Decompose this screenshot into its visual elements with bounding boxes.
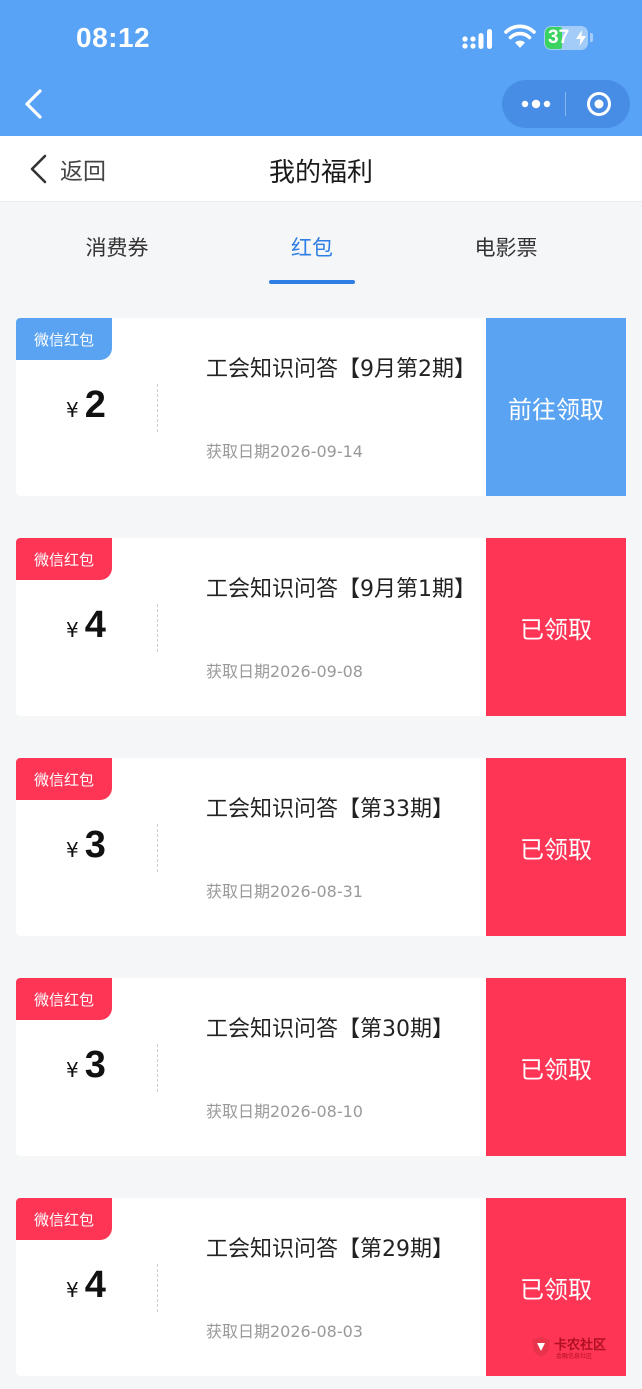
card-divider: [157, 824, 158, 872]
tab-bar: 消费券 红包 电影票: [0, 202, 642, 288]
coupon-list: 微信红包 ¥ 2 工会知识问答【9月第2期】 获取日期2026-09-14 前往…: [16, 318, 626, 1389]
coupon-tag: 微信红包: [16, 538, 112, 580]
claimed-status[interactable]: 已领取: [486, 978, 626, 1156]
card-divider: [157, 384, 158, 432]
wifi-icon: [504, 24, 536, 48]
coupon-amount: ¥ 3: [66, 824, 166, 867]
coupon-card: 微信红包 ¥ 4 工会知识问答【9月第1期】 获取日期2026-09-08 已领…: [16, 538, 626, 716]
coupon-title: 工会知识问答【第30期】: [206, 1017, 454, 1042]
top-bar: 08:12 37: [0, 0, 642, 136]
more-icon[interactable]: [520, 97, 552, 111]
coupon-card: 微信红包 ¥ 3 工会知识问答【第33期】 获取日期2026-08-31 已领取: [16, 758, 626, 936]
currency-symbol: ¥: [66, 838, 79, 862]
currency-symbol: ¥: [66, 1278, 79, 1302]
coupon-tag: 微信红包: [16, 978, 112, 1020]
coupon-tag: 微信红包: [16, 318, 112, 360]
coupon-amount: ¥ 4: [66, 604, 166, 647]
amount-value: 2: [84, 384, 106, 426]
coupon-date: 获取日期2026-08-03: [206, 1322, 363, 1341]
coupon-title: 工会知识问答【第33期】: [206, 797, 454, 822]
capsule-divider: [565, 92, 566, 116]
close-mini-program-icon[interactable]: [586, 91, 612, 117]
card-divider: [157, 604, 158, 652]
mini-program-back-icon[interactable]: [22, 88, 44, 120]
coupon-title: 工会知识问答【9月第2期】: [206, 357, 476, 382]
coupon-card: 微信红包 ¥ 2 工会知识问答【9月第2期】 获取日期2026-09-14 前往…: [16, 318, 626, 496]
cellular-signal-icon: [462, 29, 492, 49]
watermark: 卡农社区 金融信息社区: [530, 1334, 630, 1366]
status-time: 08:12: [76, 22, 151, 53]
battery-tip: [590, 33, 593, 42]
currency-symbol: ¥: [66, 1058, 79, 1082]
page-header: 返回 我的福利: [0, 136, 642, 202]
coupon-amount: ¥ 3: [66, 1044, 166, 1087]
coupon-date: 获取日期2026-09-14: [206, 442, 363, 461]
coupon-date: 获取日期2026-08-10: [206, 1102, 363, 1121]
amount-value: 3: [84, 824, 106, 866]
watermark-subtitle: 金融信息社区: [556, 1353, 593, 1360]
coupon-date: 获取日期2026-08-31: [206, 882, 363, 901]
coupon-tag: 微信红包: [16, 1198, 112, 1240]
tab-movie-tickets[interactable]: 电影票: [436, 232, 576, 262]
watermark-logo-icon: [532, 1337, 550, 1357]
claimed-status[interactable]: 已领取: [486, 538, 626, 716]
coupon-amount: ¥ 2: [66, 384, 166, 427]
amount-value: 4: [84, 604, 106, 646]
card-divider: [157, 1044, 158, 1092]
claim-button[interactable]: 前往领取: [486, 318, 626, 496]
active-tab-indicator: [269, 280, 355, 284]
coupon-title: 工会知识问答【第29期】: [206, 1237, 454, 1262]
coupon-date: 获取日期2026-09-08: [206, 662, 363, 681]
mini-program-capsule: [502, 80, 630, 128]
currency-symbol: ¥: [66, 618, 79, 642]
coupon-amount: ¥ 4: [66, 1264, 166, 1307]
coupon-tag: 微信红包: [16, 758, 112, 800]
claimed-status[interactable]: 已领取: [486, 758, 626, 936]
battery-level: 37: [548, 27, 570, 48]
coupon-card: 微信红包 ¥ 3 工会知识问答【第30期】 获取日期2026-08-10 已领取: [16, 978, 626, 1156]
page-title: 我的福利: [268, 158, 373, 188]
tab-red-packets[interactable]: 红包: [242, 232, 382, 262]
card-divider: [157, 1264, 158, 1312]
coupon-title: 工会知识问答【9月第1期】: [206, 577, 476, 602]
amount-value: 3: [84, 1044, 106, 1086]
tab-coupons[interactable]: 消费券: [47, 232, 187, 262]
charging-bolt-icon: [576, 30, 586, 46]
battery-icon: 37: [544, 26, 588, 50]
amount-value: 4: [84, 1264, 106, 1306]
currency-symbol: ¥: [66, 398, 79, 422]
